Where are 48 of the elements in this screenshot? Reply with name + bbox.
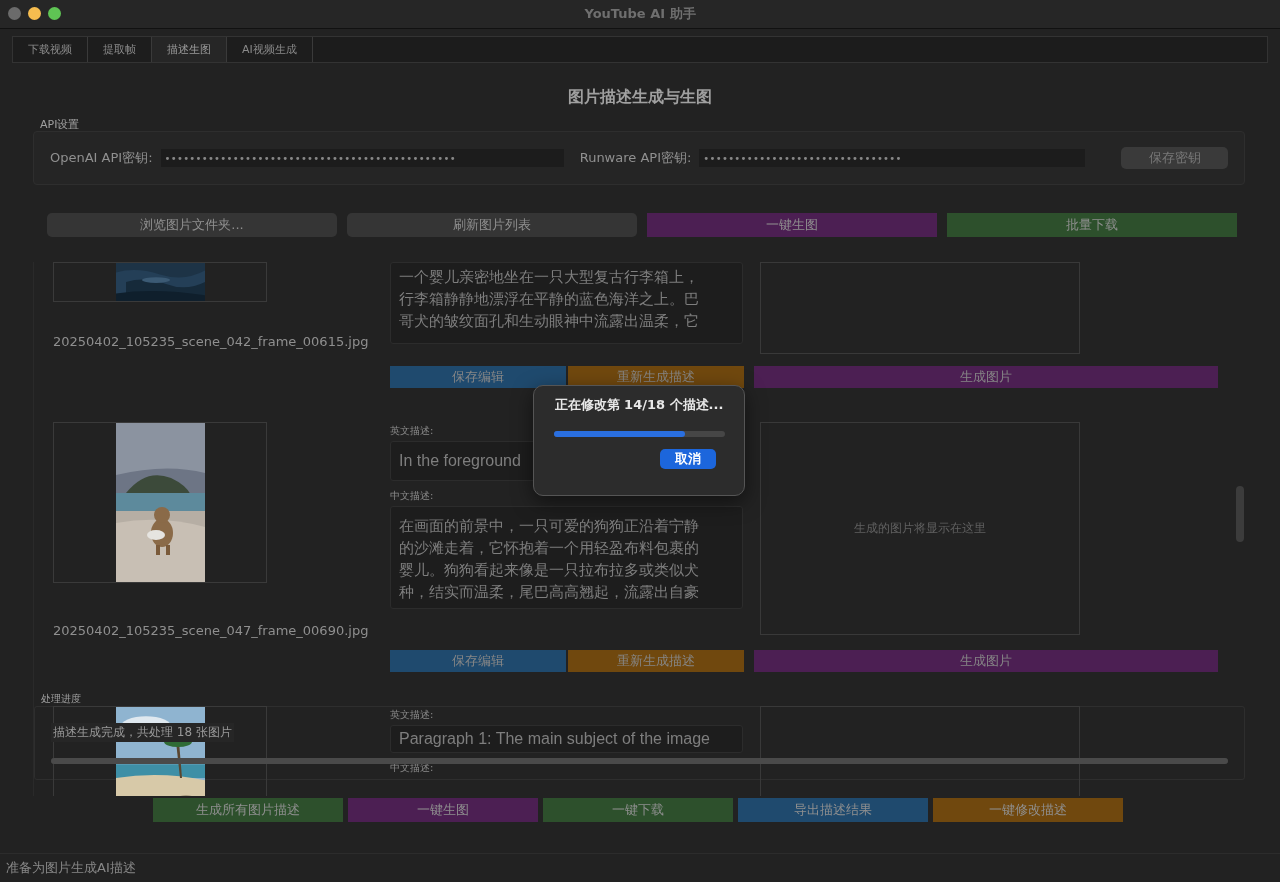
action-button[interactable]: 批量下载	[947, 213, 1237, 237]
file-name: 20250402_105235_scene_047_frame_00690.jpg	[53, 623, 370, 638]
group-title: API设置	[40, 117, 81, 131]
cancel-button[interactable]: 取消	[660, 449, 716, 469]
zoom-icon[interactable]	[48, 7, 61, 20]
item-button[interactable]: 生成图片	[754, 650, 1218, 672]
window-title: YouTube AI 助手	[584, 5, 696, 23]
description-line: 种，结实而温柔，尾巴高高翘起，流露出自豪	[399, 582, 699, 603]
action-button[interactable]: 浏览图片文件夹...	[47, 213, 337, 237]
item-button[interactable]: 重新生成描述	[568, 650, 744, 672]
dialog-message: 正在修改第 14/18 个描述...	[554, 396, 724, 414]
progress-message: 描述生成完成，共处理 18 张图片	[51, 723, 234, 742]
field-label: OpenAI API密钥:	[50, 149, 153, 167]
english-text-area[interactable]: Paragraph 1: The main subject of the image	[390, 725, 743, 753]
english-label: 英文描述:	[390, 708, 435, 722]
action-button[interactable]: 一键下载	[543, 798, 733, 822]
page-heading: 图片描述生成与生图	[567, 87, 713, 108]
group-title: 处理进度	[40, 692, 82, 706]
description-line: 在画面的前景中，一只可爱的狗狗正沿着宁静	[399, 516, 699, 537]
item-button[interactable]: 保存编辑	[390, 650, 566, 672]
item-button[interactable]: 保存编辑	[390, 366, 566, 388]
action-button[interactable]: 一键生图	[647, 213, 937, 237]
action-button[interactable]: 刷新图片列表	[347, 213, 637, 237]
input-field[interactable]: •••••••••••••••••••••••••••••••••••••••••••••••	[160, 149, 564, 167]
description-line: 哥犬的皱纹面孔和生动眼神中流露出温柔，它	[399, 311, 699, 332]
description-line: 婴儿。狗狗看起来像是一只拉布拉多或类似犬	[399, 560, 699, 581]
field-label: Runware API密钥:	[579, 149, 692, 167]
save-key-button[interactable]: 保存密钥	[1121, 147, 1228, 169]
chinese-text-area[interactable]: 一个婴儿亲密地坐在一只大型复古行李箱上， 行李箱静静地漂浮在平静的蓝色海洋之上。巴 哥犬的皱纹面孔和生动眼神中流露出温柔，它	[390, 262, 743, 344]
english-label: 英文描述:	[390, 424, 435, 438]
action-button[interactable]: 导出描述结果	[738, 798, 928, 822]
chinese-text-area[interactable]: 在画面的前景中，一只可爱的狗狗正沿着宁静 的沙滩走着，它怀抱着一个用轻盈布料包裹的 婴儿。狗狗看起来像是一只拉布拉多或类似犬 种，结实而温柔，尾巴高高翘起，流露出自豪	[390, 506, 743, 609]
description-line: 行李箱静静地漂浮在平静的蓝色海洋之上。巴	[399, 289, 699, 310]
description-line: 的沙滩走着，它怀抱着一个用轻盈布料包裹的	[399, 538, 699, 559]
action-button[interactable]: 一键生图	[348, 798, 538, 822]
file-name: 20250402_105235_scene_042_frame_00615.jpg	[53, 334, 370, 349]
item-button[interactable]: 生成图片	[754, 366, 1218, 388]
description-line: 一个婴儿亲密地坐在一只大型复古行李箱上，	[399, 267, 699, 288]
close-icon[interactable]	[8, 7, 21, 20]
chinese-label: 中文描述:	[390, 489, 435, 503]
status-text: 准备为图片生成AI描述	[6, 859, 136, 877]
action-button[interactable]: 生成所有图片描述	[153, 798, 343, 822]
item-button[interactable]: 重新生成描述	[568, 366, 744, 388]
action-button[interactable]: 一键修改描述	[933, 798, 1123, 822]
tab[interactable]: 描述生图	[152, 37, 227, 62]
minimize-icon[interactable]	[28, 7, 41, 20]
scrollbar-thumb[interactable]	[1236, 486, 1244, 542]
input-field[interactable]: ••••••••••••••••••••••••••••••••	[699, 149, 1086, 167]
